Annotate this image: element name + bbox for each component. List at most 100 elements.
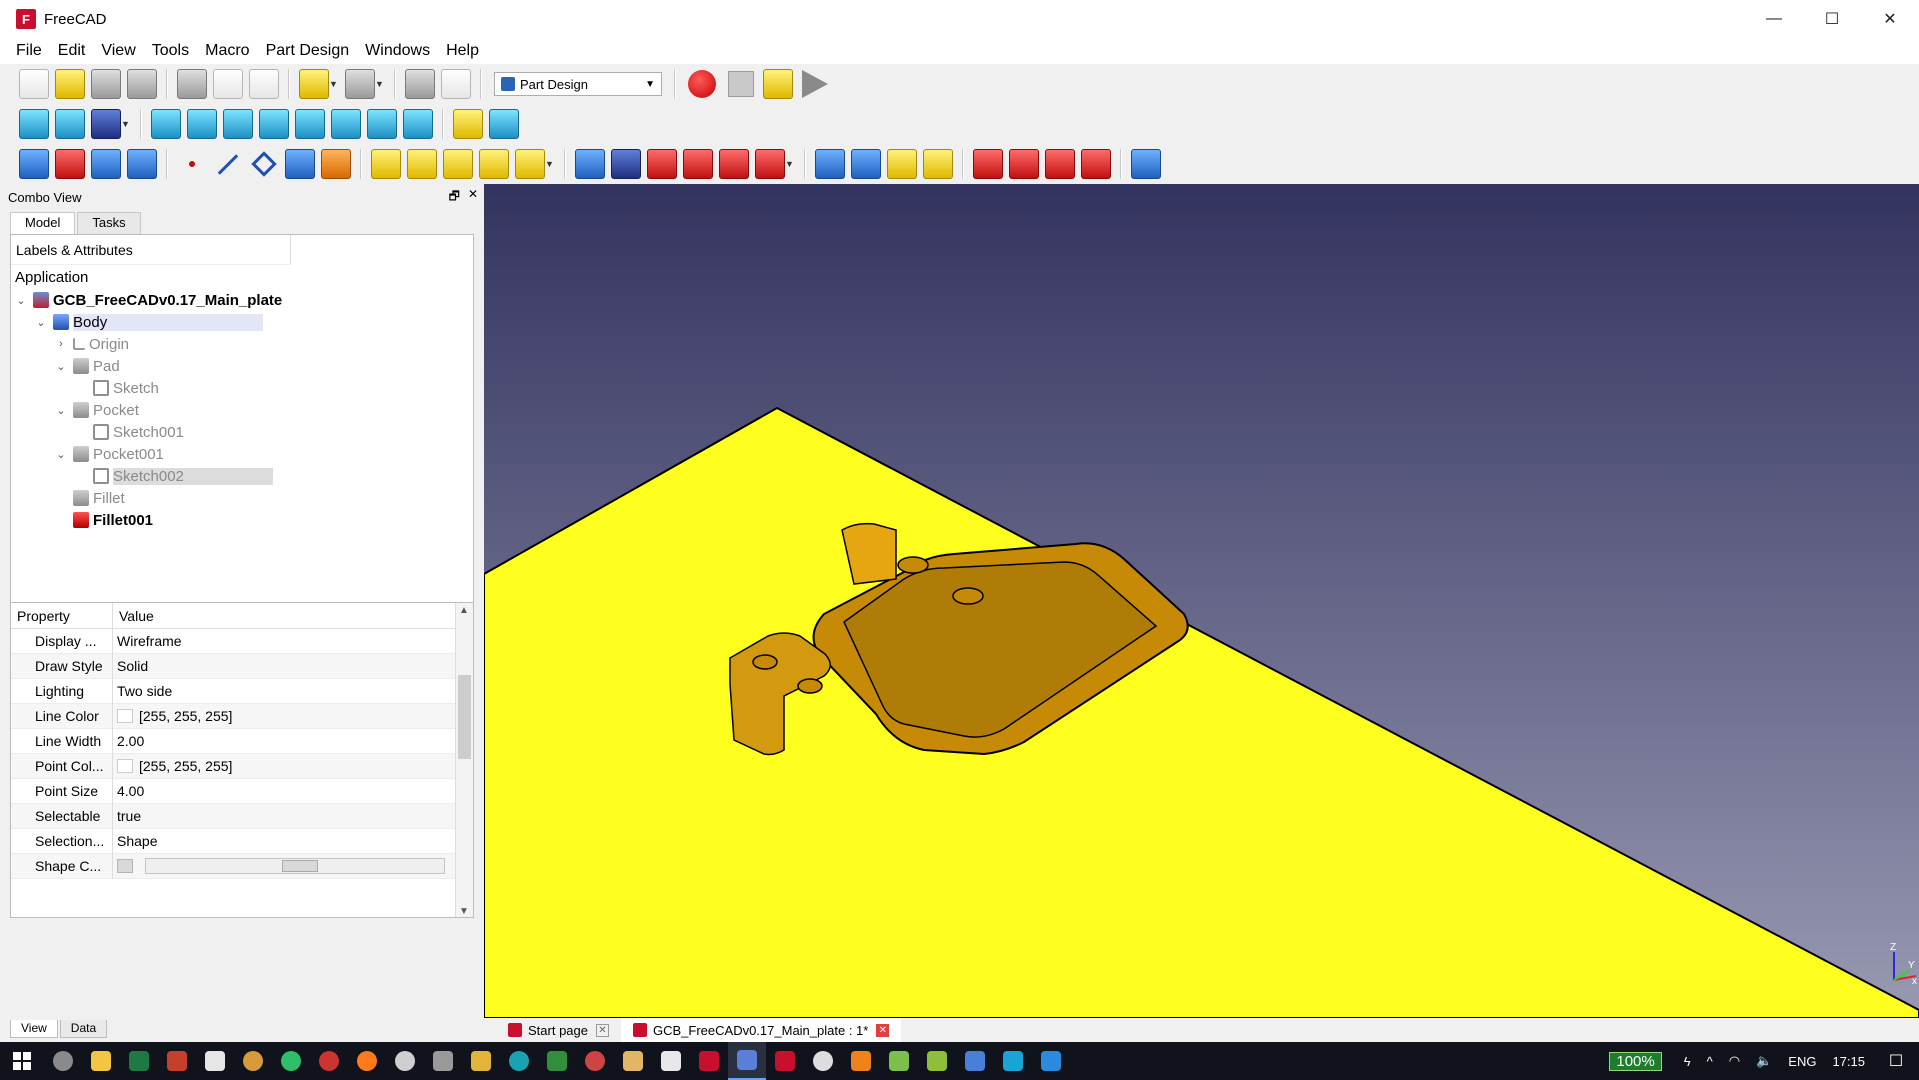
taskbar-app[interactable]	[804, 1042, 842, 1080]
taskbar-app[interactable]	[82, 1042, 120, 1080]
expand-arrow-icon[interactable]: ⌄	[13, 294, 29, 307]
additive-primitive-dropdown-icon[interactable]: ▼	[545, 159, 555, 169]
datum-point-icon[interactable]	[177, 149, 207, 179]
hole-icon[interactable]	[611, 149, 641, 179]
close-icon[interactable]: ✕	[876, 1023, 890, 1037]
top-view-icon[interactable]	[223, 109, 253, 139]
taskbar-app[interactable]	[462, 1042, 500, 1080]
taskbar-app[interactable]	[234, 1042, 272, 1080]
maximize-button[interactable]: ☐	[1803, 0, 1861, 38]
refresh-icon[interactable]	[405, 69, 435, 99]
shape-binder2-icon[interactable]	[285, 149, 315, 179]
workbench-selector[interactable]: Part Design ▼	[494, 72, 662, 96]
taskbar-app[interactable]	[994, 1042, 1032, 1080]
tree-item-fillet[interactable]: Fillet	[11, 487, 473, 509]
new-document-icon[interactable]	[19, 69, 49, 99]
property-row[interactable]: Selectable true	[11, 803, 473, 829]
property-row[interactable]: Point Size 4.00	[11, 778, 473, 804]
property-value[interactable]: [255, 255, 255]	[113, 758, 232, 774]
create-part-icon[interactable]	[453, 109, 483, 139]
collapsed-arrow-icon[interactable]: ›	[53, 338, 69, 350]
taskbar-app[interactable]	[158, 1042, 196, 1080]
scrollbar-thumb[interactable]	[458, 675, 471, 759]
expand-arrow-icon[interactable]: ⌄	[53, 404, 69, 417]
tab-model[interactable]: Model	[10, 212, 76, 234]
tab-view[interactable]: View	[10, 1020, 58, 1038]
multi-transform-icon[interactable]	[923, 149, 953, 179]
open-folder-icon[interactable]	[55, 69, 85, 99]
fillet-icon[interactable]	[973, 149, 1003, 179]
taskbar-app[interactable]	[842, 1042, 880, 1080]
chevron-up-icon[interactable]: ^	[1707, 1054, 1713, 1069]
property-value[interactable]: Shape	[113, 833, 157, 849]
boolean-icon[interactable]	[1131, 149, 1161, 179]
menu-file[interactable]: File	[8, 42, 50, 60]
menu-help[interactable]: Help	[438, 42, 487, 60]
undo-icon[interactable]	[299, 69, 329, 99]
tree-item-body[interactable]: ⌄ Body	[11, 311, 473, 333]
taskbar-app[interactable]	[386, 1042, 424, 1080]
taskbar-app[interactable]	[538, 1042, 576, 1080]
power-icon[interactable]: ϟ	[1684, 1054, 1691, 1069]
start-button[interactable]	[0, 1042, 44, 1080]
bottom-view-icon[interactable]	[331, 109, 361, 139]
taskbar-app[interactable]	[500, 1042, 538, 1080]
create-sketch-icon[interactable]	[55, 149, 85, 179]
whats-this-icon[interactable]	[441, 69, 471, 99]
transparency-slider[interactable]	[145, 858, 445, 874]
color-swatch[interactable]	[117, 859, 133, 873]
taskbar-app[interactable]	[652, 1042, 690, 1080]
fit-all-icon[interactable]	[19, 109, 49, 139]
rear-view-icon[interactable]	[295, 109, 325, 139]
chevron-down-icon[interactable]: ▼	[459, 906, 469, 917]
property-row[interactable]: Line Width 2.00	[11, 728, 473, 754]
additive-loft-icon[interactable]	[443, 149, 473, 179]
front-view-icon[interactable]	[187, 109, 217, 139]
left-view-icon[interactable]	[367, 109, 397, 139]
taskbar-app[interactable]	[310, 1042, 348, 1080]
minimize-button[interactable]: —	[1745, 0, 1803, 38]
clock[interactable]: 17:15	[1832, 1054, 1865, 1069]
property-value[interactable]	[113, 858, 445, 874]
draw-style-icon[interactable]	[91, 109, 121, 139]
close-icon[interactable]: ✕	[596, 1023, 609, 1037]
color-swatch[interactable]	[117, 759, 133, 773]
pad-icon[interactable]	[371, 149, 401, 179]
mirrored-icon[interactable]	[815, 149, 845, 179]
tab-data[interactable]: Data	[59, 1020, 108, 1038]
property-row[interactable]: Selection... Shape	[11, 828, 473, 854]
revolution-icon[interactable]	[407, 149, 437, 179]
pocket-icon[interactable]	[575, 149, 605, 179]
tab-main-plate[interactable]: GCB_FreeCADv0.17_Main_plate : 1* ✕	[621, 1018, 902, 1042]
3d-viewport[interactable]: Z Y x	[484, 184, 1919, 1018]
shape-binder-icon[interactable]	[127, 149, 157, 179]
cut-icon[interactable]	[177, 69, 207, 99]
isometric-view-icon[interactable]	[151, 109, 181, 139]
close-panel-icon[interactable]: ✕	[468, 187, 478, 208]
datum-line-icon[interactable]	[213, 149, 243, 179]
close-window-button[interactable]: ✕	[1861, 0, 1919, 38]
taskbar-app[interactable]	[272, 1042, 310, 1080]
save-icon[interactable]	[91, 69, 121, 99]
tree-item-origin[interactable]: › Origin	[11, 333, 473, 355]
property-value[interactable]: Two side	[113, 683, 172, 699]
tree-item-sketch[interactable]: Sketch	[11, 377, 473, 399]
polar-pattern-icon[interactable]	[887, 149, 917, 179]
property-value[interactable]: 2.00	[113, 733, 144, 749]
datum-plane-icon[interactable]	[249, 149, 279, 179]
taskbar-app[interactable]	[44, 1042, 82, 1080]
clone-icon[interactable]	[321, 149, 351, 179]
battery-indicator[interactable]: 100%	[1609, 1051, 1662, 1071]
macro-stop-icon[interactable]	[728, 71, 754, 97]
property-row[interactable]: Draw Style Solid	[11, 653, 473, 679]
additive-pipe-icon[interactable]	[479, 149, 509, 179]
groove-icon[interactable]	[647, 149, 677, 179]
taskbar-app[interactable]	[1032, 1042, 1070, 1080]
expand-arrow-icon[interactable]: ⌄	[53, 448, 69, 461]
tree-item-document[interactable]: ⌄ GCB_FreeCADv0.17_Main_plate	[11, 289, 473, 311]
create-group-icon[interactable]	[489, 109, 519, 139]
menu-macro[interactable]: Macro	[197, 42, 257, 60]
language-indicator[interactable]: ENG	[1788, 1054, 1816, 1069]
tree-item-pocket[interactable]: ⌄ Pocket	[11, 399, 473, 421]
menu-edit[interactable]: Edit	[50, 42, 94, 60]
